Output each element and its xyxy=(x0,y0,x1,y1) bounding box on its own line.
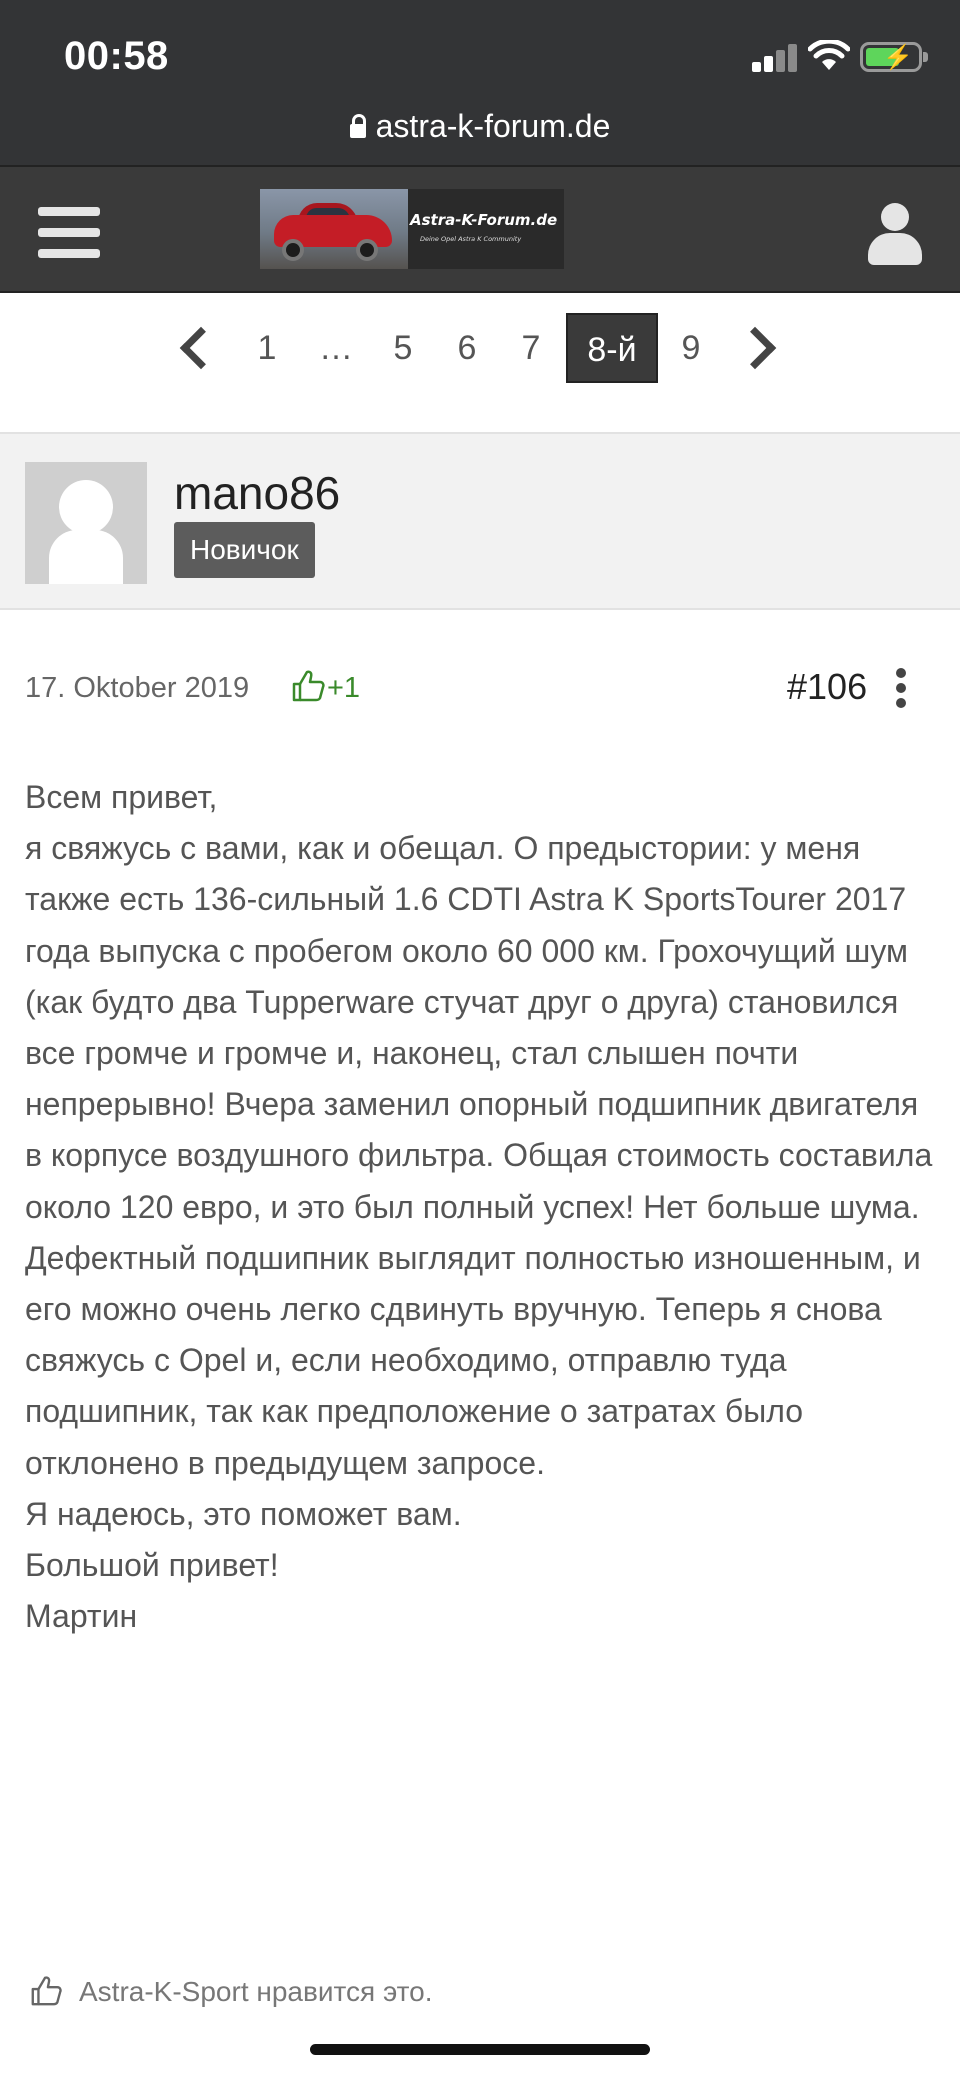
battery-charging-icon: ⚡ xyxy=(860,42,928,72)
logo-title: Astra-K-Forum.de xyxy=(410,211,558,229)
post-paragraph: я свяжусь с вами, как и обещал. О предыс… xyxy=(25,830,933,1481)
author-username[interactable]: mano86 xyxy=(174,466,340,520)
post-date[interactable]: 17. Oktober 2019 xyxy=(25,672,249,705)
address-bar[interactable]: astra-k-forum.de xyxy=(0,108,960,145)
cellular-signal-icon xyxy=(752,44,798,72)
user-account-icon[interactable] xyxy=(868,203,922,265)
chevron-left-icon[interactable] xyxy=(179,326,223,370)
chevron-right-icon[interactable] xyxy=(733,326,777,370)
page-link-current[interactable]: 8-й xyxy=(566,313,658,383)
logo-car-image xyxy=(260,189,408,269)
post-paragraph: Большой привет! xyxy=(25,1547,279,1584)
wifi-icon xyxy=(808,40,850,70)
status-bar: 00:58 ⚡ astra-k-forum.de xyxy=(0,0,960,165)
post-author-block: mano86 Новичок xyxy=(0,432,960,610)
pagination: 1 … 5 6 7 8-й 9 xyxy=(0,313,960,383)
reaction-score[interactable]: +1 xyxy=(327,672,360,705)
user-rank-badge: Новичок xyxy=(174,522,315,578)
likes-text[interactable]: Astra-K-Sport нравится это. xyxy=(79,1976,433,2008)
hamburger-menu-icon[interactable] xyxy=(38,207,100,259)
page-link-1[interactable]: 1 xyxy=(240,313,294,383)
post-number[interactable]: #106 xyxy=(787,666,867,708)
home-indicator[interactable] xyxy=(310,2044,650,2055)
page-link-5[interactable]: 5 xyxy=(376,313,430,383)
site-logo[interactable]: Astra-K-Forum.de Deine Opel Astra K Comm… xyxy=(260,189,564,269)
logo-subtitle: Deine Opel Astra K Community xyxy=(420,235,522,243)
lock-icon xyxy=(349,114,366,138)
post-paragraph: Мартин xyxy=(25,1598,138,1635)
avatar[interactable] xyxy=(25,462,147,584)
site-header: Astra-K-Forum.de Deine Opel Astra K Comm… xyxy=(0,165,960,293)
post-content: Всем привет, я свяжусь с вами, как и обе… xyxy=(25,772,940,1642)
page-link-7[interactable]: 7 xyxy=(504,313,558,383)
page-link-6[interactable]: 6 xyxy=(440,313,494,383)
more-vertical-icon[interactable] xyxy=(896,668,908,708)
page-link-9[interactable]: 9 xyxy=(664,313,718,383)
thumbs-up-icon[interactable] xyxy=(290,668,326,704)
clock: 00:58 xyxy=(64,34,169,78)
thumbs-up-icon xyxy=(31,1976,62,2006)
post-paragraph: Всем привет, xyxy=(25,779,218,815)
url-text: astra-k-forum.de xyxy=(375,108,611,144)
page-ellipsis: … xyxy=(319,329,353,367)
post-paragraph: Я надеюсь, это поможет вам. xyxy=(25,1495,462,1532)
